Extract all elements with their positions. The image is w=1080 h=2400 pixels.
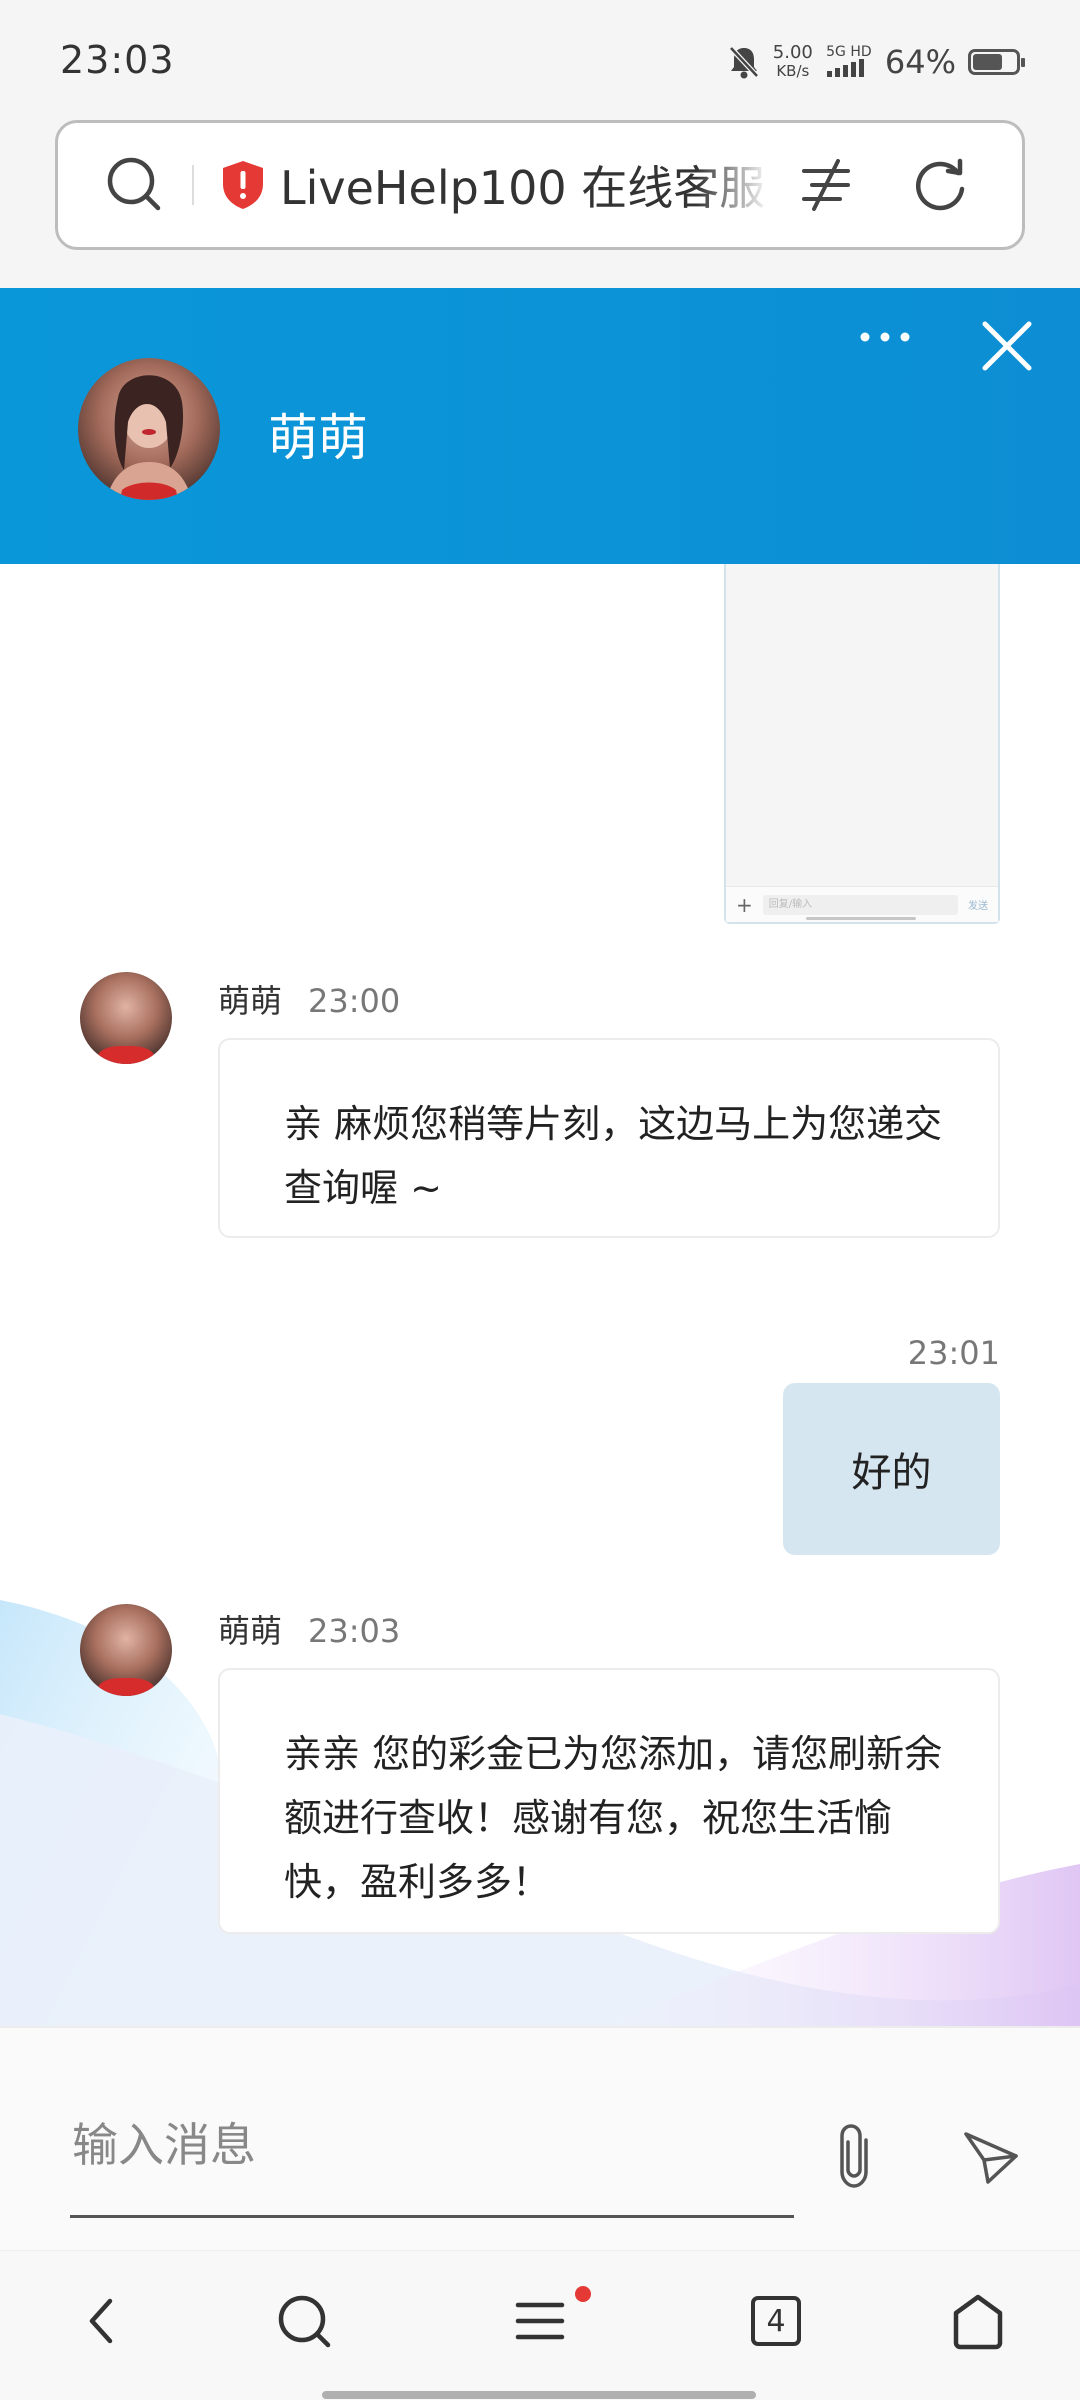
battery-percent: 64% bbox=[884, 43, 956, 81]
message-meta: 萌萌 23:03 bbox=[218, 1606, 400, 1652]
status-bar: 23:03 5.00 KB/s 5G HD 64% bbox=[0, 0, 1080, 110]
browser-nav-bar: 4 bbox=[0, 2250, 1080, 2400]
shield-warning-icon[interactable] bbox=[220, 159, 266, 211]
image-home-bar bbox=[806, 917, 916, 920]
battery-icon bbox=[968, 49, 1025, 75]
plus-icon: + bbox=[736, 892, 753, 917]
sender-name: 萌萌 bbox=[218, 1612, 283, 1650]
home-indicator[interactable] bbox=[322, 2391, 756, 2399]
search-icon[interactable] bbox=[272, 2289, 336, 2353]
chat-header: 萌萌 bbox=[0, 288, 1080, 564]
message-composer bbox=[0, 2026, 1080, 2250]
network-speed: 5.00 KB/s bbox=[772, 42, 813, 81]
notification-dot bbox=[575, 2286, 591, 2302]
url-text[interactable]: LiveHelp100 在线客服系统 bbox=[280, 152, 770, 218]
agent-portrait bbox=[106, 375, 192, 500]
battery-fill bbox=[973, 54, 1003, 70]
home-icon[interactable] bbox=[946, 2289, 1010, 2353]
mute-bell-icon bbox=[728, 46, 759, 79]
message-bubble-incoming: 亲 麻烦您稍等片刻，这边马上为您递交查询喔 ~ bbox=[218, 1038, 1000, 1238]
message-time: 23:00 bbox=[308, 982, 401, 1020]
tabs-count[interactable]: 4 bbox=[744, 2289, 808, 2353]
address-divider bbox=[192, 165, 194, 205]
net-speed-unit: KB/s bbox=[776, 62, 810, 80]
signal-indicator: 5G HD bbox=[825, 45, 873, 80]
chat-messages[interactable]: + 回复/输入 发送 萌萌 23:00 亲 麻烦您稍等片刻，这边马上为您递交查询… bbox=[0, 564, 1080, 2026]
agent-name: 萌萌 bbox=[268, 409, 368, 467]
image-message[interactable]: + 回复/输入 发送 bbox=[724, 564, 1000, 924]
attachment-icon[interactable] bbox=[830, 2122, 886, 2192]
browser-toolbar: LiveHelp100 在线客服系统 bbox=[0, 110, 1080, 288]
net-speed-value: 5.00 bbox=[772, 42, 813, 63]
message-bubble-outgoing: 好的 bbox=[783, 1383, 1000, 1555]
back-icon[interactable] bbox=[70, 2289, 134, 2353]
message-meta: 萌萌 23:00 bbox=[218, 976, 400, 1022]
image-input-placeholder: 回复/输入 bbox=[762, 894, 958, 915]
avatar bbox=[80, 972, 172, 1064]
status-time: 23:03 bbox=[60, 38, 175, 82]
more-options-icon[interactable] bbox=[855, 322, 915, 352]
image-send-label: 发送 bbox=[968, 901, 988, 912]
agent-avatar bbox=[78, 358, 220, 500]
signal-label: 5G HD bbox=[826, 43, 872, 60]
menu-icon[interactable] bbox=[508, 2289, 572, 2353]
message-bubble-incoming: 亲亲 您的彩金已为您添加，请您刷新余额进行查收！感谢有您，祝您生活愉快，盈利多多… bbox=[218, 1668, 1000, 1934]
message-time: 23:03 bbox=[308, 1612, 401, 1650]
search-icon[interactable] bbox=[100, 150, 170, 220]
message-input[interactable] bbox=[70, 2098, 794, 2218]
reader-mode-icon[interactable] bbox=[794, 153, 858, 217]
send-icon[interactable] bbox=[960, 2126, 1022, 2188]
sender-name: 萌萌 bbox=[218, 982, 283, 1020]
signal-bars-icon bbox=[826, 58, 864, 77]
avatar bbox=[80, 1604, 172, 1696]
address-bar[interactable]: LiveHelp100 在线客服系统 bbox=[55, 120, 1025, 250]
close-icon[interactable] bbox=[977, 316, 1037, 376]
message-time: 23:01 bbox=[907, 1334, 1000, 1372]
refresh-icon[interactable] bbox=[908, 153, 972, 217]
status-icons: 5.00 KB/s 5G HD 64% bbox=[727, 40, 1025, 84]
